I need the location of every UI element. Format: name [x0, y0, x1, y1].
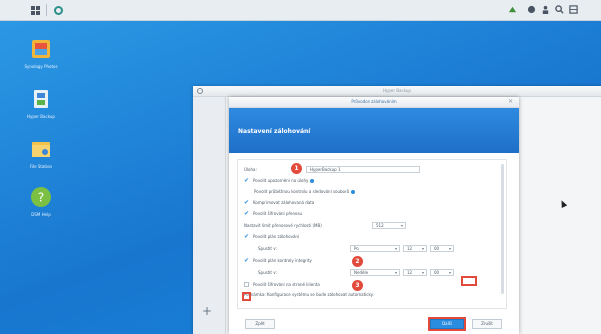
- step-badge: 3: [352, 280, 363, 291]
- checkbox-checked[interactable]: ✔: [244, 234, 249, 240]
- option-label: Povolit plán kontroly integrity: [253, 258, 312, 263]
- chevron-down-icon: ▾: [421, 246, 424, 251]
- hour-select[interactable]: 12 ▾: [403, 245, 427, 252]
- day-select[interactable]: Neděle ▾: [350, 269, 400, 276]
- desktop-icon-label: Hyper Backup: [27, 114, 55, 119]
- option-label: Povolit průběžnou kontrolu a sledování s…: [254, 189, 350, 194]
- settings-form: Úloha: HyperBackup 1 ✔ Povolit upozorněn…: [237, 159, 507, 309]
- widgets-icon[interactable]: [569, 5, 578, 14]
- option-row[interactable]: Povolit průběžnou kontrolu a sledování s…: [254, 188, 356, 195]
- desktop-icon-label: Synology Photos: [24, 64, 58, 69]
- highlight-frame: [428, 317, 466, 331]
- select-value: 12: [407, 246, 413, 251]
- main-menu-button[interactable]: [27, 3, 43, 17]
- note-row: Poznámka: Konfigurace systému se bude zá…: [244, 291, 374, 298]
- select-value: 00: [434, 270, 440, 275]
- option-row[interactable]: ✔ Komprimovat zálohovaná data: [244, 199, 314, 206]
- option-row[interactable]: ✔ Povolit upozornění na úlohy: [244, 177, 315, 184]
- desktop-icon-help[interactable]: ? DSM Help: [11, 186, 71, 217]
- option-row[interactable]: ✔ Povolit plán kontroly integrity: [244, 257, 312, 264]
- minute-select[interactable]: 00 ▾: [430, 245, 454, 252]
- hour-select[interactable]: 12 ▾: [403, 269, 427, 276]
- highlight-frame: [461, 276, 477, 286]
- info-icon[interactable]: [310, 178, 315, 183]
- notification-icon[interactable]: [527, 5, 536, 14]
- task-label: Úloha:: [244, 167, 257, 172]
- grid-icon: [30, 5, 40, 15]
- backup-wizard-dialog: Průvodce zálohováním ✕ Nastavení zálohov…: [229, 97, 519, 334]
- dialog-heading: Nastavení zálohování: [238, 128, 311, 135]
- taskbar: [0, 0, 601, 21]
- desktop-icon-label: DSM Help: [31, 212, 51, 217]
- scrollbar[interactable]: [501, 164, 504, 294]
- folder-icon: [32, 142, 50, 157]
- option-label: Povolit šifrování na straně klienta: [253, 282, 320, 287]
- help-icon: ?: [31, 187, 51, 207]
- taskbar-divider: [46, 4, 47, 16]
- chevron-down-icon: ▾: [400, 223, 403, 228]
- photos-icon: [32, 40, 50, 58]
- backup-icon: [34, 90, 48, 108]
- info-icon[interactable]: [351, 189, 356, 194]
- back-button[interactable]: Zpět: [245, 319, 275, 329]
- schedule-row: Spustit v:: [258, 269, 277, 276]
- select-value: Po: [354, 246, 359, 251]
- run-on-label: Spustit v:: [258, 270, 277, 275]
- cancel-button[interactable]: Zrušit: [472, 319, 502, 329]
- dialog-title: Průvodce zálohováním: [351, 99, 397, 104]
- step-badge: 1: [291, 163, 302, 174]
- checkbox-checked[interactable]: ✔: [244, 258, 249, 264]
- chevron-down-icon: ▾: [421, 270, 424, 275]
- select-value: 00: [434, 246, 440, 251]
- day-select[interactable]: Po ▾: [350, 245, 400, 252]
- chevron-down-icon: ▾: [394, 246, 397, 251]
- option-label: Povolit plán zálohování: [253, 234, 300, 239]
- option-label: Nastavit limit přenosové rychlosti (MB): [244, 223, 322, 228]
- select-value: 12: [407, 270, 413, 275]
- synology-drive-icon[interactable]: [508, 5, 517, 14]
- window-sidebar: +: [193, 97, 226, 334]
- search-icon[interactable]: [555, 5, 564, 14]
- highlight-frame: [242, 292, 251, 301]
- user-icon[interactable]: [541, 5, 550, 14]
- run-on-label: Spustit v:: [258, 246, 277, 251]
- option-label: Povolit šifrování přenosu: [253, 211, 303, 216]
- rate-limit-select[interactable]: 512 ▾: [372, 222, 406, 229]
- svg-text:?: ?: [38, 191, 44, 205]
- desktop-icon-photos[interactable]: Synology Photos: [11, 38, 71, 69]
- option-label: Komprimovat zálohovaná data: [253, 200, 315, 205]
- close-icon[interactable]: ✕: [508, 98, 513, 105]
- desktop-icon-label: File Station: [29, 164, 53, 169]
- app-ring-icon: [53, 5, 63, 15]
- task-row: Úloha:: [244, 166, 257, 173]
- checkbox-unchecked[interactable]: [244, 282, 249, 287]
- option-row[interactable]: Povolit šifrování na straně klienta: [244, 281, 320, 288]
- chevron-down-icon: ▾: [448, 246, 451, 251]
- dialog-titlebar: Průvodce zálohováním ✕: [229, 97, 519, 108]
- add-task-button[interactable]: +: [202, 304, 212, 318]
- window-title: Hyper Backup: [383, 88, 411, 93]
- chevron-down-icon: ▾: [448, 270, 451, 275]
- checkbox-checked[interactable]: ✔: [244, 200, 249, 206]
- desktop-icon-file-station[interactable]: File Station: [11, 138, 71, 169]
- select-value: 512: [376, 223, 384, 228]
- minute-select[interactable]: 00 ▾: [430, 269, 454, 276]
- dialog-header: Nastavení zálohování: [229, 108, 519, 153]
- chevron-down-icon: ▾: [394, 270, 397, 275]
- option-row: Nastavit limit přenosové rychlosti (MB): [244, 222, 322, 229]
- task-name-input[interactable]: HyperBackup 1: [306, 166, 420, 173]
- step-badge: 2: [352, 256, 363, 267]
- option-row[interactable]: ✔ Povolit plán zálohování: [244, 233, 299, 240]
- checkbox-checked[interactable]: ✔: [244, 211, 249, 217]
- app-ring-button[interactable]: [50, 3, 66, 17]
- select-value: Neděle: [354, 270, 369, 275]
- schedule-row: Spustit v:: [258, 245, 277, 252]
- window-titlebar: Hyper Backup: [193, 86, 601, 97]
- option-row[interactable]: ✔ Povolit šifrování přenosu: [244, 210, 302, 217]
- checkbox-checked[interactable]: ✔: [244, 178, 249, 184]
- footer-note: Poznámka: Konfigurace systému se bude zá…: [244, 292, 374, 297]
- desktop-icon-backup[interactable]: Hyper Backup: [11, 88, 71, 119]
- option-label: Povolit upozornění na úlohy: [253, 178, 309, 183]
